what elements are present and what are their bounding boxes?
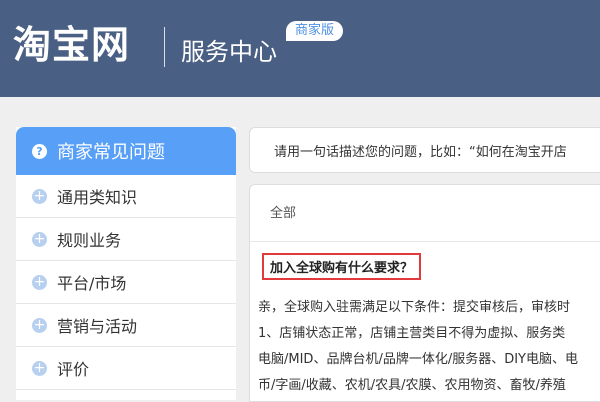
- merchant-edition-badge: 商家版: [286, 21, 344, 41]
- taobao-logo[interactable]: 淘宝网: [13, 20, 130, 70]
- answer-line: 1、店铺状态正常，店铺主营类目不得为虚拟、服务类: [258, 326, 566, 341]
- sidebar-item-general[interactable]: + 通用类知识: [16, 175, 236, 218]
- sidebar-title: 商家常见问题: [57, 142, 165, 163]
- answer-line: 币/字画/收藏、农机/农具/农膜、农用物资、畜牧/养殖: [258, 378, 566, 393]
- plus-icon: +: [32, 273, 47, 290]
- tab-all[interactable]: 全部: [270, 202, 296, 221]
- header-divider: [164, 27, 165, 67]
- sidebar-item-rules[interactable]: + 规则业务: [16, 218, 236, 261]
- sidebar-item-marketing[interactable]: + 营销与活动: [16, 304, 236, 347]
- sidebar-item-label: 平台/市场: [57, 274, 127, 293]
- top-header: 淘宝网 服务中心 商家版: [0, 0, 600, 97]
- question-title[interactable]: 加入全球购有什么要求？: [262, 253, 422, 280]
- sidebar-item-platform[interactable]: + 平台/市场: [16, 261, 236, 304]
- sidebar-item-label: 营销与活动: [57, 317, 138, 336]
- sidebar-item-label: 通用类知识: [57, 188, 138, 207]
- answer-text: 亲，全球购入驻需满足以下条件：提交审核后，审核时 1、店铺状态正常，店铺主营类目…: [258, 295, 600, 399]
- sidebar-header[interactable]: ? 商家常见问题: [16, 127, 236, 175]
- sidebar-item-reviews[interactable]: + 评价: [16, 347, 236, 390]
- sidebar-item-label: 规则业务: [57, 231, 122, 250]
- content-divider: [250, 241, 600, 242]
- search-placeholder: 请用一句话描述您的问题，比如：“如何在淘宝开店: [274, 145, 567, 160]
- answer-line: 电脑/MID、品牌台机/品牌一体化/服务器、DIY电脑、电: [258, 352, 578, 367]
- faq-content-panel: 全部 加入全球购有什么要求？ 亲，全球购入驻需满足以下条件：提交审核后，审核时 …: [249, 184, 600, 402]
- faq-sidebar: ? 商家常见问题 + 通用类知识 + 规则业务 + 平台/市场 + 营销与活动 …: [16, 127, 236, 400]
- plus-icon: +: [32, 230, 47, 247]
- service-center-title[interactable]: 服务中心: [181, 35, 277, 69]
- search-input[interactable]: 请用一句话描述您的问题，比如：“如何在淘宝开店: [249, 127, 600, 173]
- answer-line: 亲，全球购入驻需满足以下条件：提交审核后，审核时: [258, 300, 571, 315]
- plus-icon: +: [32, 187, 47, 204]
- sidebar-item-label: 评价: [57, 360, 90, 379]
- plus-icon: +: [32, 316, 47, 333]
- question-icon: ?: [32, 143, 47, 159]
- plus-icon: +: [32, 359, 47, 376]
